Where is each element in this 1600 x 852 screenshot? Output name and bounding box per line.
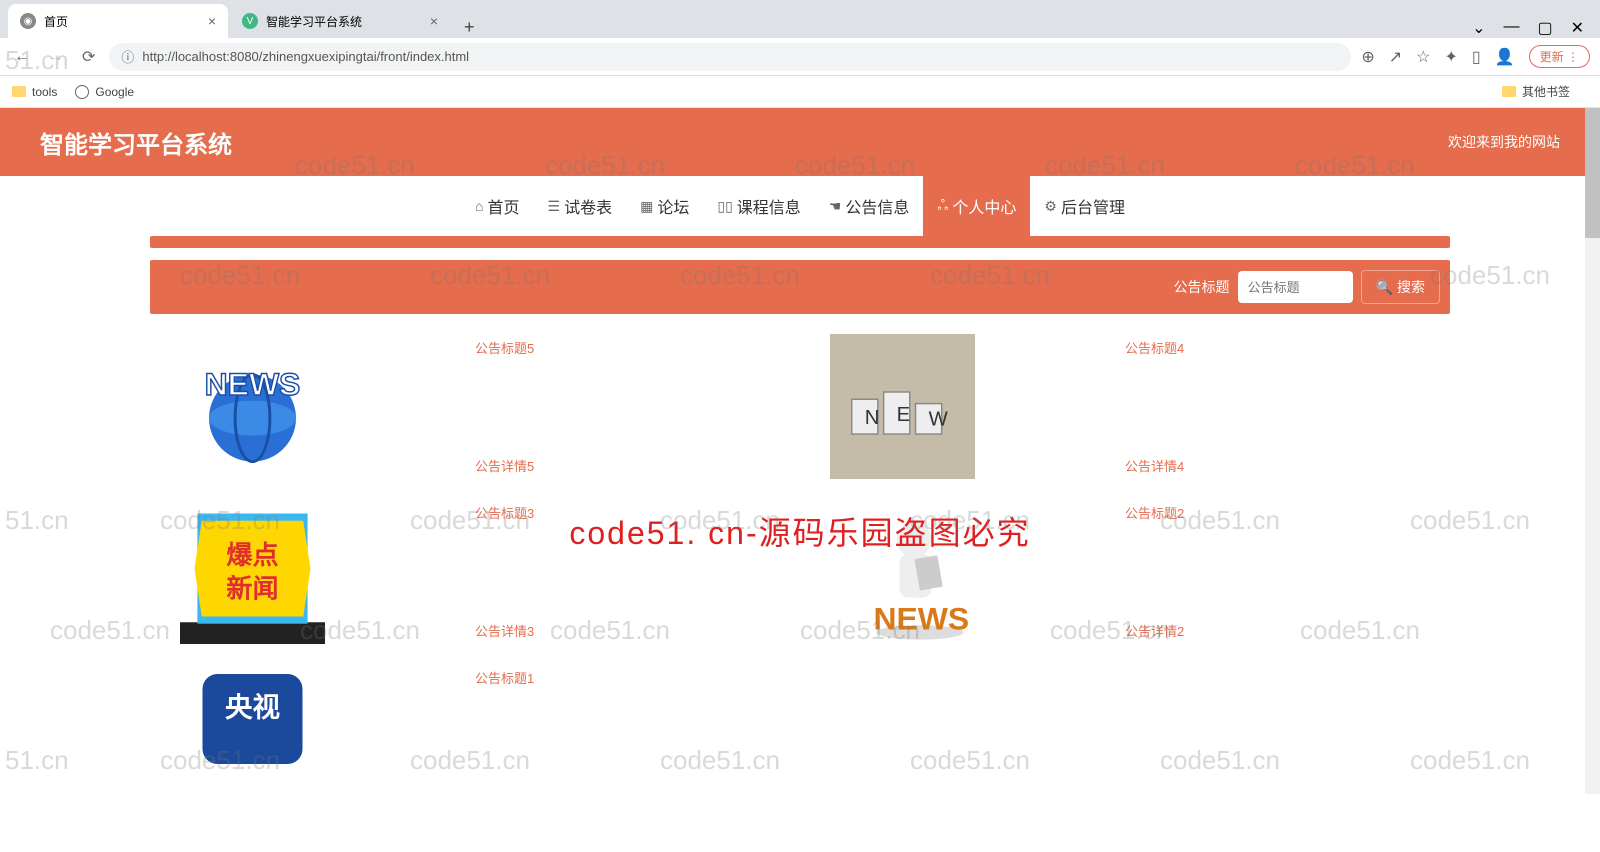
svg-text:NEWS: NEWS	[874, 601, 970, 637]
card	[800, 664, 1450, 764]
card-title: 公告标题5	[475, 338, 534, 357]
book-icon: ▯▯	[717, 198, 732, 215]
bookmark-google[interactable]: Google	[75, 85, 134, 99]
star-icon[interactable]: ☆	[1416, 47, 1430, 67]
card-title: 公告标题4	[1125, 338, 1184, 357]
card-title: 公告标题1	[475, 668, 534, 687]
back-button[interactable]: ←	[10, 48, 34, 66]
tab-home[interactable]: ◉ 首页 ×	[8, 4, 228, 38]
card[interactable]: NEWS 公告标题2 公告详情2	[800, 499, 1450, 644]
content: NEWS 公告标题5 公告详情5 NEW 公告标题4 公告详情4	[0, 324, 1600, 794]
nav-forum[interactable]: ▦论坛	[626, 176, 703, 236]
folder-icon	[1502, 86, 1516, 97]
svg-text:W: W	[929, 408, 949, 430]
maximize-icon[interactable]: ▢	[1537, 18, 1552, 38]
zoom-icon[interactable]: ⊕	[1361, 47, 1374, 67]
reload-button[interactable]: ⟳	[78, 47, 99, 67]
update-button[interactable]: 更新 ⋮	[1529, 45, 1590, 68]
folder-icon	[12, 86, 26, 97]
card-detail: 公告详情4	[1125, 456, 1184, 475]
card-title: 公告标题3	[475, 503, 534, 522]
minimize-icon[interactable]: —	[1503, 18, 1519, 38]
globe-icon: ◉	[20, 13, 36, 29]
close-icon[interactable]: ×	[208, 13, 216, 29]
card-row: 爆点新闻 公告标题3 公告详情3 NEWS 公告标题2 公告详情2	[150, 499, 1450, 644]
card-thumb: NEWS	[830, 499, 975, 644]
scrollbar-thumb[interactable]	[1585, 108, 1600, 238]
svg-text:央视: 央视	[225, 692, 280, 723]
nav-exams[interactable]: ☰试卷表	[534, 176, 627, 236]
search-label: 公告标题	[1174, 277, 1230, 297]
browser-tab-bar: ◉ 首页 × V 智能学习平台系统 × + ⌄ — ▢ ✕	[0, 0, 1600, 38]
chevron-down-icon[interactable]: ⌄	[1472, 18, 1485, 38]
search-input[interactable]	[1238, 271, 1353, 303]
close-icon[interactable]: ×	[430, 13, 438, 29]
bookmarks-bar: tools Google 其他书签	[0, 76, 1600, 108]
card[interactable]: NEWS 公告标题5 公告详情5	[150, 334, 800, 479]
card-row: 央视 公告标题1	[150, 664, 1450, 764]
card-thumb: 央视	[180, 664, 325, 764]
welcome-text: 欢迎来到我的网站	[1448, 132, 1560, 152]
svg-text:NEWS: NEWS	[205, 366, 301, 402]
info-icon: ⓘ	[121, 47, 134, 66]
card-thumb: NEW	[830, 334, 975, 479]
home-icon: ⌂	[475, 198, 483, 214]
link-icon: ⚙	[1044, 198, 1057, 215]
svg-text:E: E	[897, 404, 911, 426]
new-tab-button[interactable]: +	[452, 17, 487, 38]
globe-icon	[75, 85, 89, 99]
grid-icon: ▦	[640, 198, 653, 215]
vue-icon: V	[242, 13, 258, 29]
list-icon: ☰	[548, 198, 561, 215]
nav-home[interactable]: ⌂首页	[461, 176, 533, 236]
bookmark-other[interactable]: 其他书签	[1502, 83, 1570, 100]
card-detail: 公告详情5	[475, 456, 534, 475]
svg-text:N: N	[865, 407, 880, 429]
forward-button: →	[44, 48, 68, 66]
url-text: http://localhost:8080/zhinengxuexipingta…	[142, 49, 469, 64]
user-icon: ஃ	[937, 197, 948, 216]
card-detail: 公告详情3	[475, 621, 534, 640]
page: 智能学习平台系统 欢迎来到我的网站 ⌂首页 ☰试卷表 ▦论坛 ▯▯课程信息 ☚公…	[0, 108, 1600, 794]
search-bar: 公告标题 🔍搜索	[150, 260, 1450, 314]
card[interactable]: 爆点新闻 公告标题3 公告详情3	[150, 499, 800, 644]
search-button[interactable]: 🔍搜索	[1361, 270, 1440, 304]
search-icon: 🔍	[1376, 279, 1393, 296]
main-nav: ⌂首页 ☰试卷表 ▦论坛 ▯▯课程信息 ☚公告信息 ஃ个人中心 ⚙后台管理	[0, 176, 1600, 236]
tab-home-title: 首页	[44, 13, 200, 30]
panel-icon[interactable]: ▯	[1472, 47, 1481, 67]
card[interactable]: NEW 公告标题4 公告详情4	[800, 334, 1450, 479]
share-icon[interactable]: ↗	[1389, 47, 1402, 67]
bookmark-tools[interactable]: tools	[12, 85, 57, 99]
card-row: NEWS 公告标题5 公告详情5 NEW 公告标题4 公告详情4	[150, 334, 1450, 479]
site-title: 智能学习平台系统	[40, 125, 232, 160]
profile-icon[interactable]: 👤	[1495, 47, 1515, 67]
scrollbar-vertical[interactable]	[1585, 108, 1600, 794]
browser-toolbar: ← → ⟳ ⓘ http://localhost:8080/zhinengxue…	[0, 38, 1600, 76]
window-close-icon[interactable]: ✕	[1571, 18, 1584, 38]
svg-text:新闻: 新闻	[226, 574, 278, 604]
nav-courses[interactable]: ▯▯课程信息	[703, 176, 814, 236]
divider-strip	[150, 236, 1450, 248]
nav-personal[interactable]: ஃ个人中心	[923, 176, 1030, 236]
card[interactable]: 央视 公告标题1	[150, 664, 800, 764]
card-detail: 公告详情2	[1125, 621, 1184, 640]
card-thumb: NEWS	[180, 334, 325, 479]
nav-notices[interactable]: ☚公告信息	[815, 176, 924, 236]
window-controls: ⌄ — ▢ ✕	[1472, 18, 1600, 38]
svg-text:爆点: 爆点	[226, 540, 278, 570]
address-bar[interactable]: ⓘ http://localhost:8080/zhinengxuexiping…	[109, 43, 1351, 71]
tab-system[interactable]: V 智能学习平台系统 ×	[230, 4, 450, 38]
site-header: 智能学习平台系统 欢迎来到我的网站	[0, 108, 1600, 176]
card-title: 公告标题2	[1125, 503, 1184, 522]
extensions-icon[interactable]: ✦	[1445, 47, 1458, 67]
tab-system-title: 智能学习平台系统	[266, 13, 422, 30]
card-thumb: 爆点新闻	[180, 499, 325, 644]
nav-admin[interactable]: ⚙后台管理	[1030, 176, 1139, 236]
megaphone-icon: ☚	[829, 198, 842, 215]
